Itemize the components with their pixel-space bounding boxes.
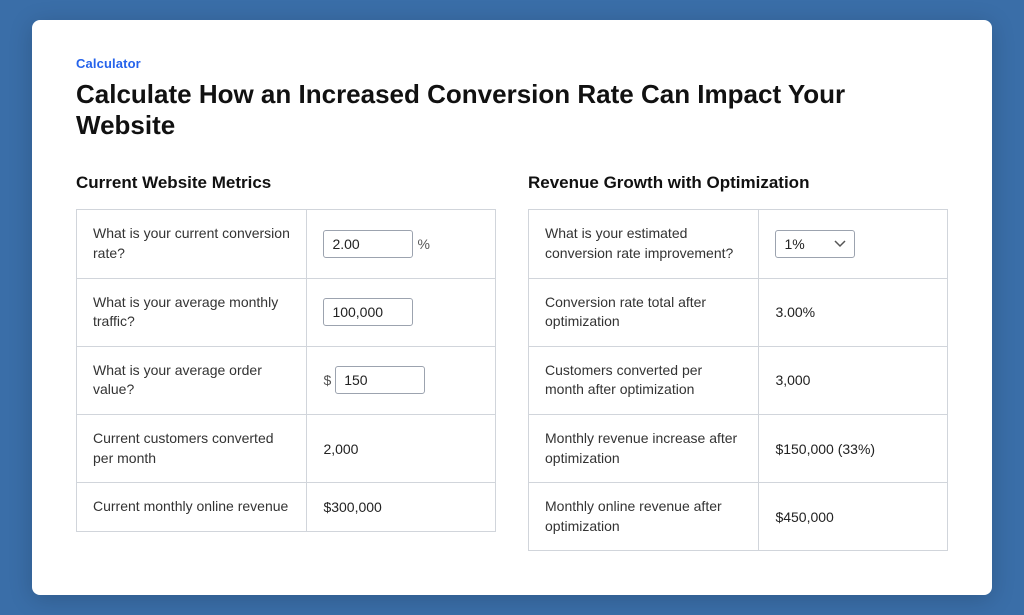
row-value: 3,000 [759,346,948,414]
conversion-improvement-select[interactable]: 0.5%1%1.5%2%3%5% [775,230,855,258]
table-row: What is your average order value? $ [77,346,496,414]
computed-value: 3.00% [775,304,815,320]
computed-value: 2,000 [323,441,358,457]
left-section-title: Current Website Metrics [76,173,496,193]
row-value: % [307,210,496,278]
table-row: Monthly online revenue after optimizatio… [529,483,948,551]
two-column-layout: Current Website Metrics What is your cur… [76,173,948,551]
computed-value: $300,000 [323,499,381,515]
row-label: What is your average monthly traffic? [77,278,307,346]
dollar-prefix: $ [323,372,331,388]
computed-value: $150,000 (33%) [775,441,875,457]
table-row: What is your current conversion rate?% [77,210,496,278]
row-label: Conversion rate total after optimization [529,278,759,346]
input-cell [323,298,479,326]
left-section: Current Website Metrics What is your cur… [76,173,496,551]
right-section-title: Revenue Growth with Optimization [528,173,948,193]
row-label: Current monthly online revenue [77,483,307,532]
table-row: Monthly revenue increase after optimizat… [529,414,948,482]
right-section: Revenue Growth with Optimization What is… [528,173,948,551]
row-label: Customers converted per month after opti… [529,346,759,414]
row-value: $450,000 [759,483,948,551]
table-row: Conversion rate total after optimization… [529,278,948,346]
table-row: Customers converted per month after opti… [529,346,948,414]
select-cell: 0.5%1%1.5%2%3%5% [775,230,931,258]
left-table: What is your current conversion rate?%Wh… [76,209,496,531]
table-row: Current monthly online revenue $300,000 [77,483,496,532]
row-value: 3.00% [759,278,948,346]
row-label: Monthly online revenue after optimizatio… [529,483,759,551]
right-table: What is your estimated conversion rate i… [528,209,948,551]
row-label: Current customers converted per month [77,414,307,482]
conversion-rate-input[interactable] [323,230,413,258]
row-label: What is your estimated conversion rate i… [529,210,759,278]
row-value: $150,000 (33%) [759,414,948,482]
row-label: What is your average order value? [77,346,307,414]
main-title: Calculate How an Increased Conversion Ra… [76,79,948,141]
input-prefix-cell: $ [323,366,479,394]
table-row: Current customers converted per month 2,0… [77,414,496,482]
row-value: 2,000 [307,414,496,482]
computed-value: $450,000 [775,509,833,525]
percent-suffix: % [417,236,429,252]
row-value: $ [307,346,496,414]
table-row: What is your estimated conversion rate i… [529,210,948,278]
row-label: Monthly revenue increase after optimizat… [529,414,759,482]
row-label: What is your current conversion rate? [77,210,307,278]
table-row: What is your average monthly traffic? [77,278,496,346]
traffic-input[interactable] [323,298,413,326]
row-value: $300,000 [307,483,496,532]
computed-value: 3,000 [775,372,810,388]
input-suffix-cell: % [323,230,479,258]
row-value [307,278,496,346]
order-value-input[interactable] [335,366,425,394]
calculator-label: Calculator [76,56,948,71]
calculator-card: Calculator Calculate How an Increased Co… [32,20,992,595]
row-value: 0.5%1%1.5%2%3%5% [759,210,948,278]
